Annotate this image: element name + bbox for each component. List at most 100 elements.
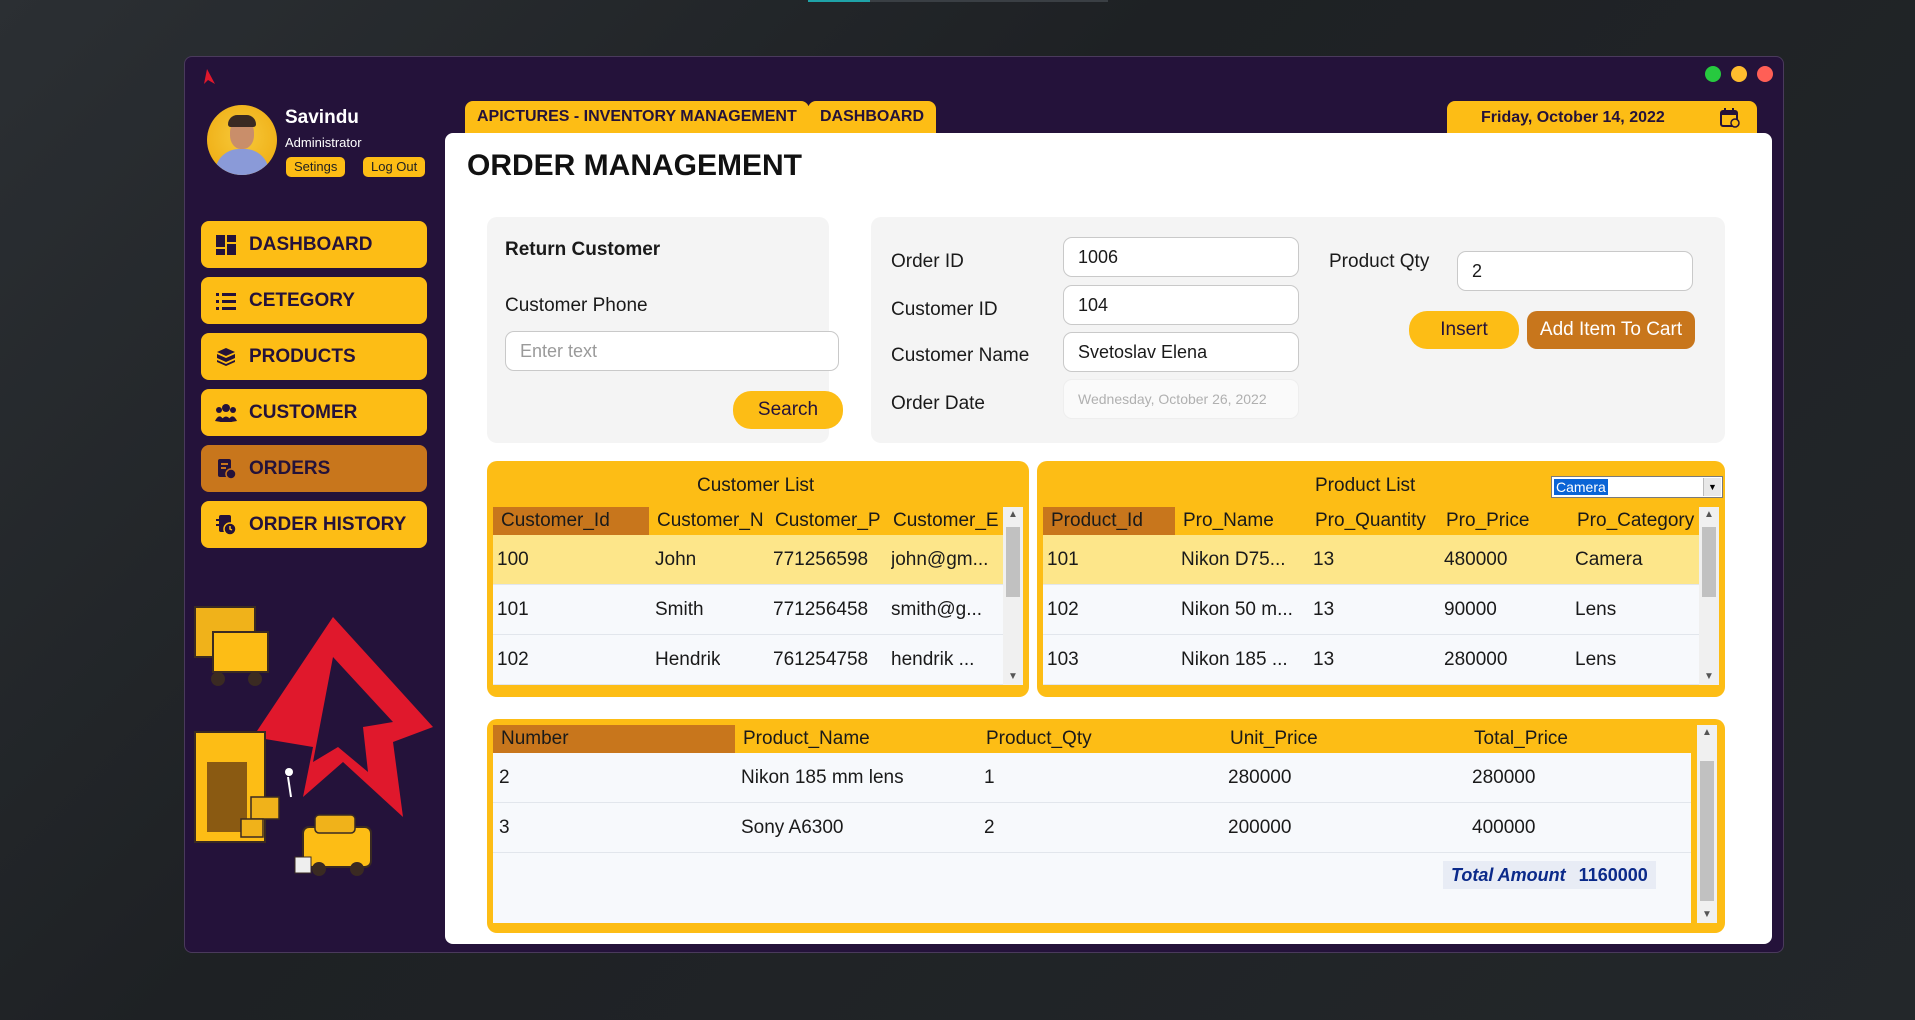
tab-app[interactable]: APICTURES - INVENTORY MANAGEMENT xyxy=(465,101,809,133)
search-button[interactable]: Search xyxy=(733,391,843,429)
nav-order-history[interactable]: ORDER HISTORY xyxy=(201,501,427,548)
cell: 13 xyxy=(1313,599,1335,620)
table-row[interactable]: 102 Hendrik 761254758 hendrik ... xyxy=(493,635,1003,685)
nav-dashboard[interactable]: DASHBOARD xyxy=(201,221,427,268)
minimize-button[interactable] xyxy=(1731,66,1747,82)
customer-list-title: Customer List xyxy=(697,475,815,496)
cell: 480000 xyxy=(1444,549,1508,570)
cell: 102 xyxy=(497,649,529,670)
calendar-icon[interactable] xyxy=(1719,107,1741,129)
settings-button[interactable]: Setings xyxy=(286,157,346,177)
column-header[interactable]: Pro_Quantity xyxy=(1315,510,1441,532)
customer-name-label: Customer Name xyxy=(891,345,1030,366)
cell: 100 xyxy=(497,549,529,570)
customer-id-field[interactable]: 104 xyxy=(1063,285,1299,325)
category-filter-value: Camera xyxy=(1554,479,1608,495)
order-id-label: Order ID xyxy=(891,251,964,272)
nav-label: CETEGORY xyxy=(249,289,355,311)
customer-phone-label: Customer Phone xyxy=(505,295,648,316)
cell: 400000 xyxy=(1472,817,1536,838)
total-amount-label: Total Amount xyxy=(1451,865,1566,885)
maximize-button[interactable] xyxy=(1705,66,1721,82)
cell: 200000 xyxy=(1228,817,1292,838)
category-filter-select[interactable]: Camera ▼ xyxy=(1551,476,1723,498)
column-header[interactable]: Customer_Id xyxy=(493,507,649,535)
column-header[interactable]: Total_Price xyxy=(1474,728,1674,750)
column-header[interactable]: Pro_Name xyxy=(1183,510,1309,532)
background-strip xyxy=(808,0,1108,2)
column-header[interactable]: Customer_E xyxy=(893,510,1003,532)
customer-phone-input[interactable]: Enter text xyxy=(505,331,839,371)
scroll-down-icon[interactable]: ▼ xyxy=(1697,907,1717,923)
column-header[interactable]: Product_Name xyxy=(743,728,973,750)
table-row[interactable]: 103 Nikon 185 ... 13 280000 Lens xyxy=(1043,635,1699,685)
customer-list-scrollbar[interactable]: ▲ ▼ xyxy=(1003,507,1023,685)
cart-grid: Number Product_Name Product_Qty Unit_Pri… xyxy=(487,719,1725,933)
insert-button[interactable]: Insert xyxy=(1409,311,1519,349)
cell: Smith xyxy=(655,599,704,620)
box-icon xyxy=(215,346,237,368)
cell: 101 xyxy=(497,599,529,620)
nav-label: ORDERS xyxy=(249,457,331,479)
cart-scrollbar[interactable]: ▲ ▼ xyxy=(1697,725,1717,923)
nav-label: PRODUCTS xyxy=(249,345,356,367)
scroll-down-icon[interactable]: ▼ xyxy=(1003,669,1023,685)
cell: 280000 xyxy=(1472,767,1536,788)
cell: 280000 xyxy=(1444,649,1508,670)
app-window: Savindu Administrator Setings Log Out DA… xyxy=(184,56,1784,953)
table-row[interactable]: 2 Nikon 185 mm lens 1 280000 280000 xyxy=(493,753,1691,803)
cell: hendrik ... xyxy=(891,649,975,670)
cell: 90000 xyxy=(1444,599,1497,620)
column-header[interactable]: Pro_Category xyxy=(1577,510,1699,532)
users-icon xyxy=(215,402,237,424)
main-content: ORDER MANAGEMENT Return Customer Custome… xyxy=(445,133,1772,944)
cell: 2 xyxy=(499,767,510,788)
customer-name-field[interactable]: Svetoslav Elena xyxy=(1063,332,1299,372)
logout-button[interactable]: Log Out xyxy=(363,157,426,177)
table-row[interactable]: 101 Smith 771256458 smith@g... xyxy=(493,585,1003,635)
total-amount-value: 1160000 xyxy=(1578,865,1648,885)
cart-header: Number Product_Name Product_Qty Unit_Pri… xyxy=(493,725,1691,753)
scroll-thumb[interactable] xyxy=(1702,527,1716,597)
table-row[interactable]: 101 Nikon D75... 13 480000 Camera xyxy=(1043,535,1699,585)
table-row[interactable]: 3 Sony A6300 2 200000 400000 xyxy=(493,803,1691,853)
scroll-up-icon[interactable]: ▲ xyxy=(1697,725,1717,741)
add-to-cart-button[interactable]: Add Item To Cart xyxy=(1527,311,1695,349)
column-header[interactable]: Number xyxy=(493,725,735,753)
scroll-thumb[interactable] xyxy=(1006,527,1020,597)
cell: Nikon 50 m... xyxy=(1181,599,1293,620)
scroll-up-icon[interactable]: ▲ xyxy=(1003,507,1023,523)
column-header[interactable]: Product_Id xyxy=(1043,507,1175,535)
table-row[interactable]: 102 Nikon 50 m... 13 90000 Lens xyxy=(1043,585,1699,635)
nav-products[interactable]: PRODUCTS xyxy=(201,333,427,380)
cell: smith@g... xyxy=(891,599,983,620)
order-id-field[interactable]: 1006 xyxy=(1063,237,1299,277)
product-qty-field[interactable]: 2 xyxy=(1457,251,1693,291)
nav-customer[interactable]: CUSTOMER xyxy=(201,389,427,436)
column-header[interactable]: Customer_N xyxy=(657,510,767,532)
cart-body: 2 Nikon 185 mm lens 1 280000 280000 3 So… xyxy=(493,753,1691,923)
scroll-down-icon[interactable]: ▼ xyxy=(1699,669,1719,685)
nav-orders[interactable]: ORDERS xyxy=(201,445,427,492)
table-row[interactable]: 100 John 771256598 john@gm... xyxy=(493,535,1003,585)
close-button[interactable] xyxy=(1757,66,1773,82)
return-customer-panel: Return Customer Customer Phone Enter tex… xyxy=(487,217,843,443)
product-list-title: Product List xyxy=(1315,475,1416,496)
chevron-down-icon[interactable]: ▼ xyxy=(1703,478,1721,496)
tab-dashboard[interactable]: DASHBOARD xyxy=(808,101,936,133)
column-header[interactable]: Pro_Price xyxy=(1446,510,1572,532)
cell: Lens xyxy=(1575,599,1617,620)
product-list-scrollbar[interactable]: ▲ ▼ xyxy=(1699,507,1719,685)
column-header[interactable]: Customer_P xyxy=(775,510,885,532)
customer-list-header: Customer_Id Customer_N Customer_P Custom… xyxy=(493,507,1003,535)
user-role: Administrator xyxy=(285,135,362,150)
scroll-up-icon[interactable]: ▲ xyxy=(1699,507,1719,523)
cell: 1 xyxy=(984,767,995,788)
column-header[interactable]: Unit_Price xyxy=(1230,728,1460,750)
column-header[interactable]: Product_Qty xyxy=(986,728,1216,750)
scroll-thumb[interactable] xyxy=(1700,761,1714,901)
history-icon xyxy=(215,514,237,536)
order-date-picker[interactable]: Wednesday, October 26, 2022 xyxy=(1063,379,1299,419)
cell: 761254758 xyxy=(773,649,869,670)
nav-category[interactable]: CETEGORY xyxy=(201,277,427,324)
